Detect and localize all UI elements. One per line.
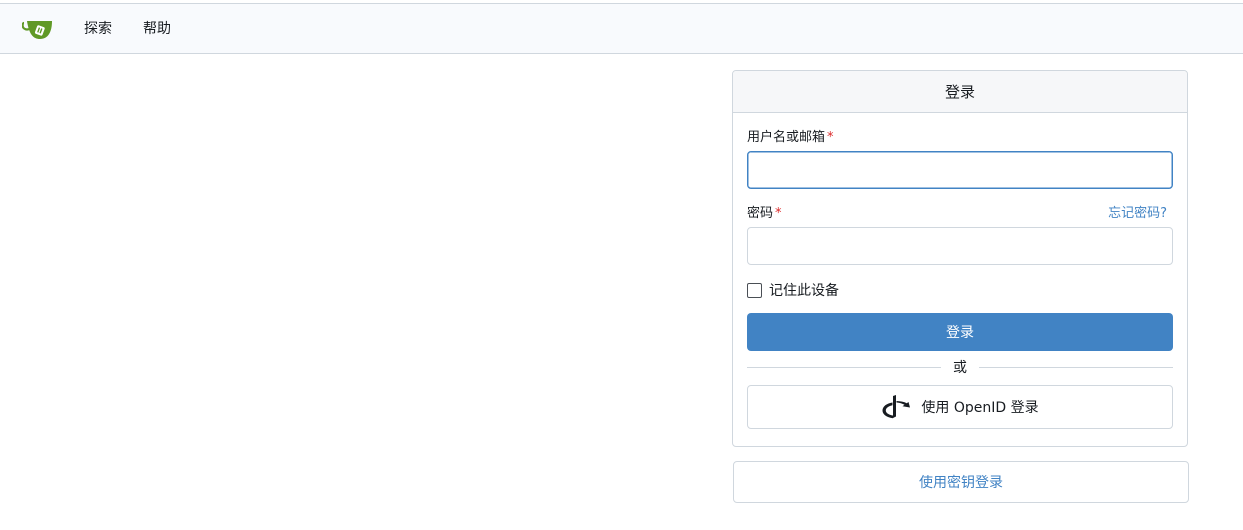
- login-submit-button[interactable]: 登录: [747, 313, 1173, 351]
- password-input[interactable]: [747, 227, 1173, 265]
- remember-label: 记住此设备: [769, 283, 839, 299]
- openid-login-label: 使用 OpenID 登录: [921, 400, 1039, 416]
- passkey-login-button[interactable]: 使用密钥登录: [733, 461, 1189, 503]
- openid-icon: [882, 395, 911, 419]
- username-label-text: 用户名或邮箱: [747, 130, 826, 145]
- nav-explore-link[interactable]: 探索: [84, 20, 112, 38]
- password-label-text: 密码: [747, 206, 774, 221]
- nav-help-link[interactable]: 帮助: [143, 20, 171, 38]
- forgot-password-link[interactable]: 忘记密码?: [1108, 205, 1167, 223]
- divider-line: [979, 366, 1173, 368]
- password-label: 密码 *: [747, 206, 782, 222]
- openid-login-button[interactable]: 使用 OpenID 登录: [747, 385, 1173, 429]
- login-card: 登录 用户名或邮箱 * 密码 * 忘记密码? 记住此设备 登录 或 使用 OpenI…: [732, 70, 1188, 447]
- username-label: 用户名或邮箱 *: [747, 130, 834, 146]
- remember-device[interactable]: 记住此设备: [747, 280, 839, 300]
- required-mark: *: [775, 206, 782, 221]
- remember-checkbox[interactable]: [747, 282, 762, 298]
- username-input[interactable]: [747, 151, 1173, 189]
- divider-line: [747, 366, 941, 368]
- or-divider: 或: [747, 357, 1173, 377]
- required-mark: *: [827, 130, 834, 145]
- login-card-title: 登录: [733, 71, 1187, 113]
- gitea-logo-icon[interactable]: [21, 16, 54, 42]
- top-navbar: 探索 帮助: [0, 3, 1243, 54]
- divider-text: 或: [953, 360, 967, 376]
